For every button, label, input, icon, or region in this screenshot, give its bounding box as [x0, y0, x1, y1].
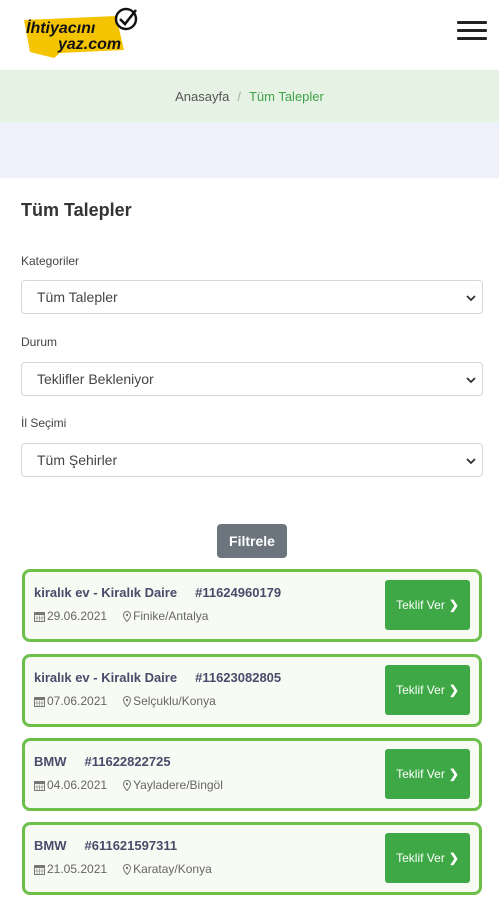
request-title-row: BMW #611621597311 [34, 838, 177, 853]
request-location: Selçuklu/Konya [133, 694, 216, 708]
request-meta: 04.06.2021 Yayladere/Bingöl [34, 778, 223, 792]
make-offer-label: Teklif Ver [396, 683, 445, 697]
header: İhtiyacını yaz.com [0, 0, 499, 70]
request-number: #11623082805 [195, 670, 282, 685]
logo-line1: İhtiyacını [26, 19, 96, 37]
request-number: #611621597311 [84, 838, 178, 853]
make-offer-button[interactable]: Teklif Ver ❯ [385, 665, 470, 715]
request-location: Finike/Antalya [133, 609, 209, 623]
category-select-value: Tüm Talepler [37, 289, 118, 305]
chevron-right-icon: ❯ [448, 683, 459, 697]
request-title-row: BMW #11622822725 [34, 754, 171, 769]
request-number: #11622822725 [84, 754, 171, 769]
request-title-row: kiralık ev - Kiralık Daire #11623082805 [34, 670, 281, 685]
chevron-right-icon: ❯ [448, 851, 459, 865]
make-offer-button[interactable]: Teklif Ver ❯ [385, 580, 470, 630]
request-meta: 29.06.2021 Finike/Antalya [34, 609, 208, 623]
calendar-icon [34, 696, 45, 707]
request-title[interactable]: kiralık ev - Kiralık Daire [34, 670, 177, 685]
chevron-down-icon [466, 377, 476, 384]
request-meta: 21.05.2021 Karatay/Konya [34, 862, 212, 876]
city-label: İl Seçimi [21, 416, 67, 430]
request-location: Karatay/Konya [133, 862, 212, 876]
request-title[interactable]: BMW [34, 754, 67, 769]
calendar-icon [34, 780, 45, 791]
request-date: 04.06.2021 [47, 778, 108, 792]
request-card[interactable]: BMW #611621597311 21.05.2021 Karatay/Kony… [22, 822, 482, 895]
request-title-row: kiralık ev - Kiralık Daire #11624960179 [34, 585, 281, 600]
request-title[interactable]: kiralık ev - Kiralık Daire [34, 585, 177, 600]
status-select[interactable]: Teklifler Bekleniyor [21, 362, 483, 396]
city-select[interactable]: Tüm Şehirler [21, 443, 483, 477]
calendar-icon [34, 864, 45, 875]
chevron-down-icon [466, 458, 476, 465]
city-select-value: Tüm Şehirler [37, 452, 118, 468]
request-card[interactable]: kiralık ev - Kiralık Daire #11624960179 2… [22, 569, 482, 642]
request-card[interactable]: BMW #11622822725 04.06.2021 Yayladere/Bin… [22, 738, 482, 811]
breadcrumb-separator: / [237, 88, 241, 104]
request-meta: 07.06.2021 Selçuklu/Konya [34, 694, 216, 708]
breadcrumb: Anasayfa / Tüm Talepler [0, 70, 499, 122]
make-offer-label: Teklif Ver [396, 851, 445, 865]
request-title[interactable]: BMW [34, 838, 67, 853]
status-label: Durum [21, 335, 58, 349]
category-select[interactable]: Tüm Talepler [21, 280, 483, 314]
breadcrumb-current: Tüm Talepler [248, 88, 324, 104]
status-select-value: Teklifler Bekleniyor [37, 371, 154, 387]
request-card[interactable]: kiralık ev - Kiralık Daire #11623082805 0… [22, 654, 482, 727]
make-offer-label: Teklif Ver [396, 767, 445, 781]
calendar-icon [34, 611, 45, 622]
chevron-down-icon [466, 295, 476, 302]
breadcrumb-home-link[interactable]: Anasayfa [175, 89, 229, 104]
site-logo[interactable]: İhtiyacını yaz.com [20, 6, 142, 62]
filter-button[interactable]: Filtrele [217, 524, 287, 558]
request-location: Yayladere/Bingöl [133, 778, 223, 792]
map-marker-icon [123, 863, 132, 875]
make-offer-label: Teklif Ver [396, 598, 445, 612]
request-date: 07.06.2021 [47, 694, 108, 708]
category-label: Kategoriler [21, 254, 80, 268]
make-offer-button[interactable]: Teklif Ver ❯ [385, 749, 470, 799]
chevron-right-icon: ❯ [448, 767, 459, 781]
map-marker-icon [123, 695, 132, 707]
map-marker-icon [123, 610, 132, 622]
make-offer-button[interactable]: Teklif Ver ❯ [385, 833, 470, 883]
request-number: #11624960179 [195, 585, 282, 600]
request-date: 21.05.2021 [47, 862, 108, 876]
map-marker-icon [123, 779, 132, 791]
logo-line2: yaz.com [57, 36, 121, 53]
page-title: Tüm Talepler [21, 200, 132, 220]
request-date: 29.06.2021 [47, 609, 108, 623]
menu-hamburger-icon[interactable] [457, 21, 487, 41]
chevron-right-icon: ❯ [448, 598, 459, 612]
